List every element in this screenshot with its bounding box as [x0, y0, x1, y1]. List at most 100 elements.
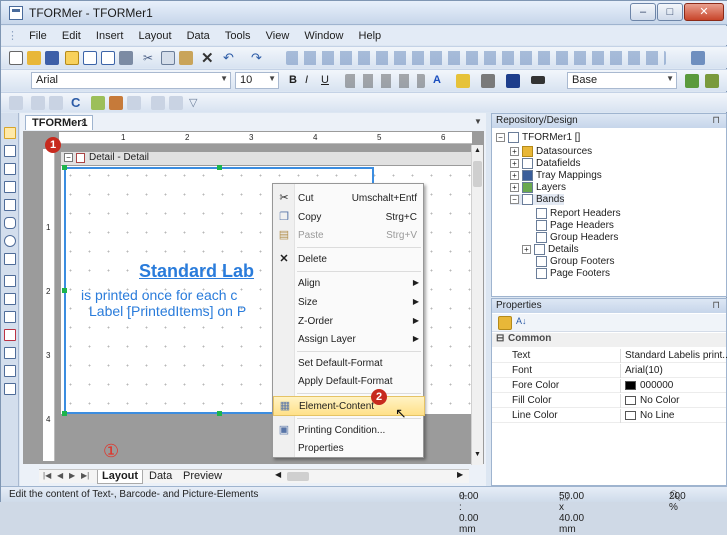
line-tool-icon[interactable]	[4, 181, 16, 193]
tab-list-icon[interactable]: ▼	[474, 117, 482, 126]
style-select[interactable]: Base ▼	[567, 72, 677, 89]
font-color-icon[interactable]: A	[433, 74, 447, 88]
alignment-tools-group[interactable]	[286, 51, 666, 65]
menu-item-z-order[interactable]: Z-Order ▶	[273, 312, 425, 332]
nav-first-icon[interactable]: |◀	[43, 471, 51, 480]
underline-icon[interactable]: U	[321, 74, 335, 88]
data-wizard-icon[interactable]	[109, 96, 123, 110]
datafield-icon[interactable]	[31, 96, 45, 110]
menu-item-delete[interactable]: ✕ Delete	[273, 250, 425, 270]
resize-handle[interactable]	[217, 411, 222, 416]
menu-item-size[interactable]: Size ▶	[273, 293, 425, 313]
property-row-font[interactable]: Font Arial(10)	[492, 364, 726, 378]
tree-node-group-headers[interactable]: Group Headers	[536, 232, 618, 243]
cut-toolbar-icon[interactable]: ✂	[143, 51, 157, 65]
expand-icon[interactable]: +	[510, 183, 519, 192]
undo-icon[interactable]: ↶	[223, 50, 237, 65]
apply-format-icon[interactable]	[705, 74, 719, 88]
delete-toolbar-icon[interactable]: ✕	[201, 49, 215, 67]
menu-item-set-default-format[interactable]: Set Default-Format	[273, 354, 425, 374]
scroll-left-icon[interactable]: ◀	[275, 470, 281, 479]
line-width-icon[interactable]	[531, 76, 545, 84]
scroll-right-icon[interactable]: ▶	[457, 470, 463, 479]
nav-next-icon[interactable]: ▶	[69, 471, 75, 480]
menu-file[interactable]: File	[23, 27, 53, 42]
pointer-tool-icon[interactable]	[4, 127, 16, 139]
menu-tools[interactable]: Tools	[219, 27, 257, 42]
tree-node-layers[interactable]: + Layers	[510, 182, 566, 193]
font-family-select[interactable]: Arial ▼	[31, 72, 231, 89]
property-value[interactable]: No Line	[620, 409, 727, 423]
print-icon[interactable]	[119, 51, 133, 65]
expand-icon[interactable]: +	[510, 147, 519, 156]
property-row-fill-color[interactable]: Fill Color No Color	[492, 394, 726, 408]
refresh-icon[interactable]: C	[71, 95, 85, 110]
paste-toolbar-icon[interactable]	[179, 51, 193, 65]
expand-icon[interactable]: +	[522, 245, 531, 254]
pin-icon[interactable]: ⊓	[712, 300, 720, 311]
rounded-rect-tool-icon[interactable]	[4, 217, 16, 229]
save-icon[interactable]	[45, 51, 59, 65]
ellipse-tool-icon[interactable]	[4, 235, 16, 247]
copy-toolbar-icon[interactable]	[161, 51, 175, 65]
generate-icon[interactable]	[91, 96, 105, 110]
menu-insert[interactable]: Insert	[90, 27, 130, 42]
scrollbar-thumb[interactable]	[287, 472, 309, 481]
close-icon[interactable]: ×	[81, 117, 87, 129]
horizontal-scrollbar[interactable]: |◀ ◀ ▶ ▶| Layout Data Preview ◀ ▶	[39, 469, 469, 484]
grid-icon[interactable]	[691, 51, 705, 65]
tree-node-group-footers[interactable]: Group Footers	[536, 256, 614, 267]
menu-view[interactable]: View	[260, 27, 296, 42]
menu-window[interactable]: Window	[298, 27, 349, 42]
property-row-fore-color[interactable]: Fore Color 000000	[492, 379, 726, 393]
page-header-icon[interactable]	[4, 293, 16, 305]
repository-icon[interactable]	[49, 96, 63, 110]
property-row-line-color[interactable]: Line Color No Line	[492, 409, 726, 423]
collapse-icon[interactable]: −	[64, 153, 73, 162]
line-color-icon[interactable]	[506, 74, 520, 88]
tree-node-page-footers[interactable]: Page Footers	[536, 268, 610, 279]
open-folder-icon[interactable]	[27, 51, 41, 65]
resize-handle[interactable]	[62, 288, 67, 293]
tab-tformer1[interactable]: TFORMer1 ×	[25, 115, 93, 130]
property-category[interactable]: ⊟ Common	[492, 333, 726, 347]
menu-item-copy[interactable]: ❐ Copy Strg+C	[273, 208, 425, 228]
new-file-icon[interactable]	[9, 51, 23, 65]
format-painter-icon[interactable]	[685, 74, 699, 88]
menu-item-cut[interactable]: ✂ Cut Umschalt+Entf	[273, 189, 425, 209]
fill-color-icon[interactable]	[456, 74, 470, 88]
categorized-icon[interactable]	[498, 316, 512, 330]
nav-prev-icon[interactable]: ◀	[57, 471, 63, 480]
expand-icon[interactable]: +	[510, 159, 519, 168]
menu-item-printing-condition[interactable]: ▣ Printing Condition...	[273, 421, 425, 441]
datasource-icon[interactable]	[9, 96, 23, 110]
scroll-down-icon[interactable]: ▼	[474, 451, 481, 458]
italic-icon[interactable]: I	[305, 74, 319, 88]
menu-data[interactable]: Data	[181, 27, 216, 42]
scrollbar-thumb[interactable]	[473, 161, 482, 187]
band-header[interactable]: − Detail - Detail	[61, 152, 471, 165]
tree-node-page-headers[interactable]: Page Headers	[536, 220, 614, 231]
menu-item-apply-default-format[interactable]: Apply Default-Format	[273, 372, 425, 392]
menu-layout[interactable]: Layout	[132, 27, 177, 42]
text-tool-icon[interactable]	[4, 145, 16, 157]
font-size-select[interactable]: 10 ▼	[235, 72, 279, 89]
properties-toolbar-icon[interactable]	[127, 96, 141, 110]
bold-icon[interactable]: B	[289, 74, 303, 88]
property-value[interactable]: Standard Labelis print...	[620, 349, 727, 363]
menu-item-properties[interactable]: Properties	[273, 439, 425, 459]
redo-icon[interactable]: ↷	[251, 50, 265, 65]
scroll-up-icon[interactable]: ▲	[474, 147, 481, 154]
menu-item-align[interactable]: Align ▶	[273, 274, 425, 294]
group-header-icon[interactable]	[4, 311, 16, 323]
pin-icon[interactable]: ⊓	[712, 115, 720, 126]
edit-icon[interactable]	[151, 96, 165, 110]
property-row-text[interactable]: Text Standard Labelis print...	[492, 349, 727, 363]
text-align-group[interactable]	[345, 74, 425, 88]
expand-icon[interactable]: +	[510, 171, 519, 180]
menu-help[interactable]: Help	[353, 27, 388, 42]
tab-layout[interactable]: Layout	[97, 470, 144, 484]
tree-node-details[interactable]: + Details	[522, 244, 579, 255]
barcode-tool-icon[interactable]	[4, 163, 16, 175]
group-footer-icon[interactable]	[4, 347, 16, 359]
